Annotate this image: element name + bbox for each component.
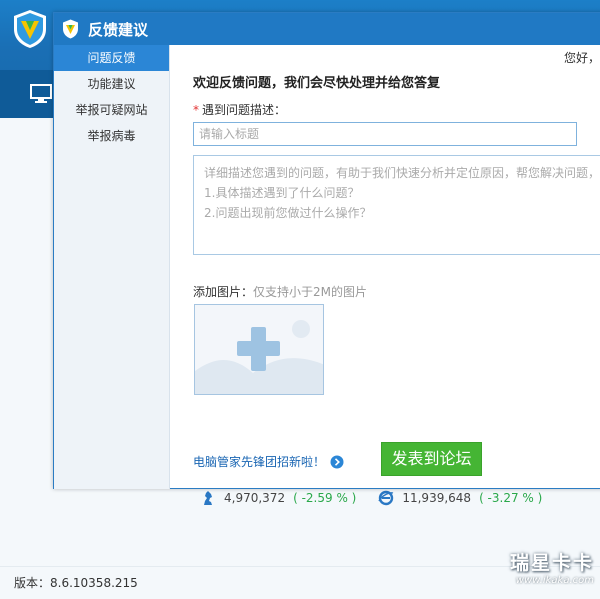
dialog-sidebar: 问题反馈 功能建议 举报可疑网站 举报病毒: [54, 45, 170, 489]
ie-icon: [378, 490, 394, 506]
stat-change: ( -2.59 % ): [293, 491, 357, 505]
required-mark: *: [193, 103, 199, 117]
stat-change: ( -3.27 % ): [479, 491, 543, 505]
horse-icon: [204, 491, 212, 505]
dialog-title-bar[interactable]: 反馈建议: [54, 13, 600, 45]
sidebar-item-report-virus[interactable]: 举报病毒: [54, 123, 169, 149]
recruit-link[interactable]: 电脑管家先锋团招新啦！: [193, 453, 344, 470]
shield-logo-icon: [14, 10, 46, 48]
monitor-icon[interactable]: [30, 84, 52, 104]
sidebar-item-report-suspicious-site[interactable]: 举报可疑网站: [54, 97, 169, 123]
arrow-right-circle-icon: [330, 455, 344, 468]
image-size-hint: 仅支持小于2M的图片: [253, 285, 368, 299]
recruit-link-text: 电脑管家先锋团招新啦！: [193, 455, 326, 469]
greeting-text: 您好，: [564, 51, 600, 65]
welcome-heading: 欢迎反馈问题，我们会尽快处理并给您答复: [193, 76, 441, 91]
watermark-brand: 瑞星卡卡: [509, 552, 594, 574]
sidebar-item-feature-suggestion[interactable]: 功能建议: [54, 71, 169, 97]
watermark-url: www.ikaka.com: [515, 575, 594, 586]
stat-value: 4,970,372: [224, 491, 286, 505]
title-field-label-text: 遇到问题描述：: [202, 103, 287, 117]
image-placeholder-icon: [195, 305, 323, 394]
image-field-label: 添加图片：仅支持小于2M的图片: [193, 283, 367, 300]
sidebar-item-problem-feedback[interactable]: 问题反馈: [54, 45, 169, 71]
title-field-label: * 遇到问题描述：: [193, 101, 286, 118]
dialog-title: 反馈建议: [88, 21, 149, 39]
add-image-button[interactable]: [194, 304, 324, 395]
description-placeholder-line: 2.问题出现前您做过什么操作？: [204, 206, 372, 220]
title-input[interactable]: [193, 122, 577, 146]
feedback-dialog: 反馈建议 问题反馈 功能建议 举报可疑网站 举报病毒 您好， 欢迎反馈问题，我们…: [53, 12, 600, 489]
description-textarea[interactable]: 详细描述您遇到的问题，有助于我们快速分析并定位原因，帮您解决问题， 1.具体描述…: [193, 155, 600, 255]
post-to-forum-button[interactable]: 发表到论坛: [381, 442, 482, 476]
stat-value: 11,939,648: [402, 491, 472, 505]
stat-item: 11,939,648 ( -3.27 % ): [378, 490, 542, 506]
dialog-content: 您好， 欢迎反馈问题，我们会尽快处理并给您答复 *遇到问题描述： 详细描述您遇到…: [171, 45, 600, 489]
version-label: 版本：8.6.10358.215: [14, 576, 138, 590]
watermark: 瑞星卡卡 www.ikaka.com: [510, 548, 594, 586]
stats-bar: 4,970,372 ( -2.59 % ) 11,939,648 ( -3.27…: [200, 488, 564, 508]
description-placeholder-line: 详细描述您遇到的问题，有助于我们快速分析并定位原因，帮您解决问题，: [204, 166, 600, 180]
image-label-text: 添加图片：: [193, 285, 254, 299]
description-placeholder-line: 1.具体描述遇到了什么问题？: [204, 186, 360, 200]
stat-item: 4,970,372 ( -2.59 % ): [200, 490, 356, 506]
shield-icon: [63, 19, 78, 39]
